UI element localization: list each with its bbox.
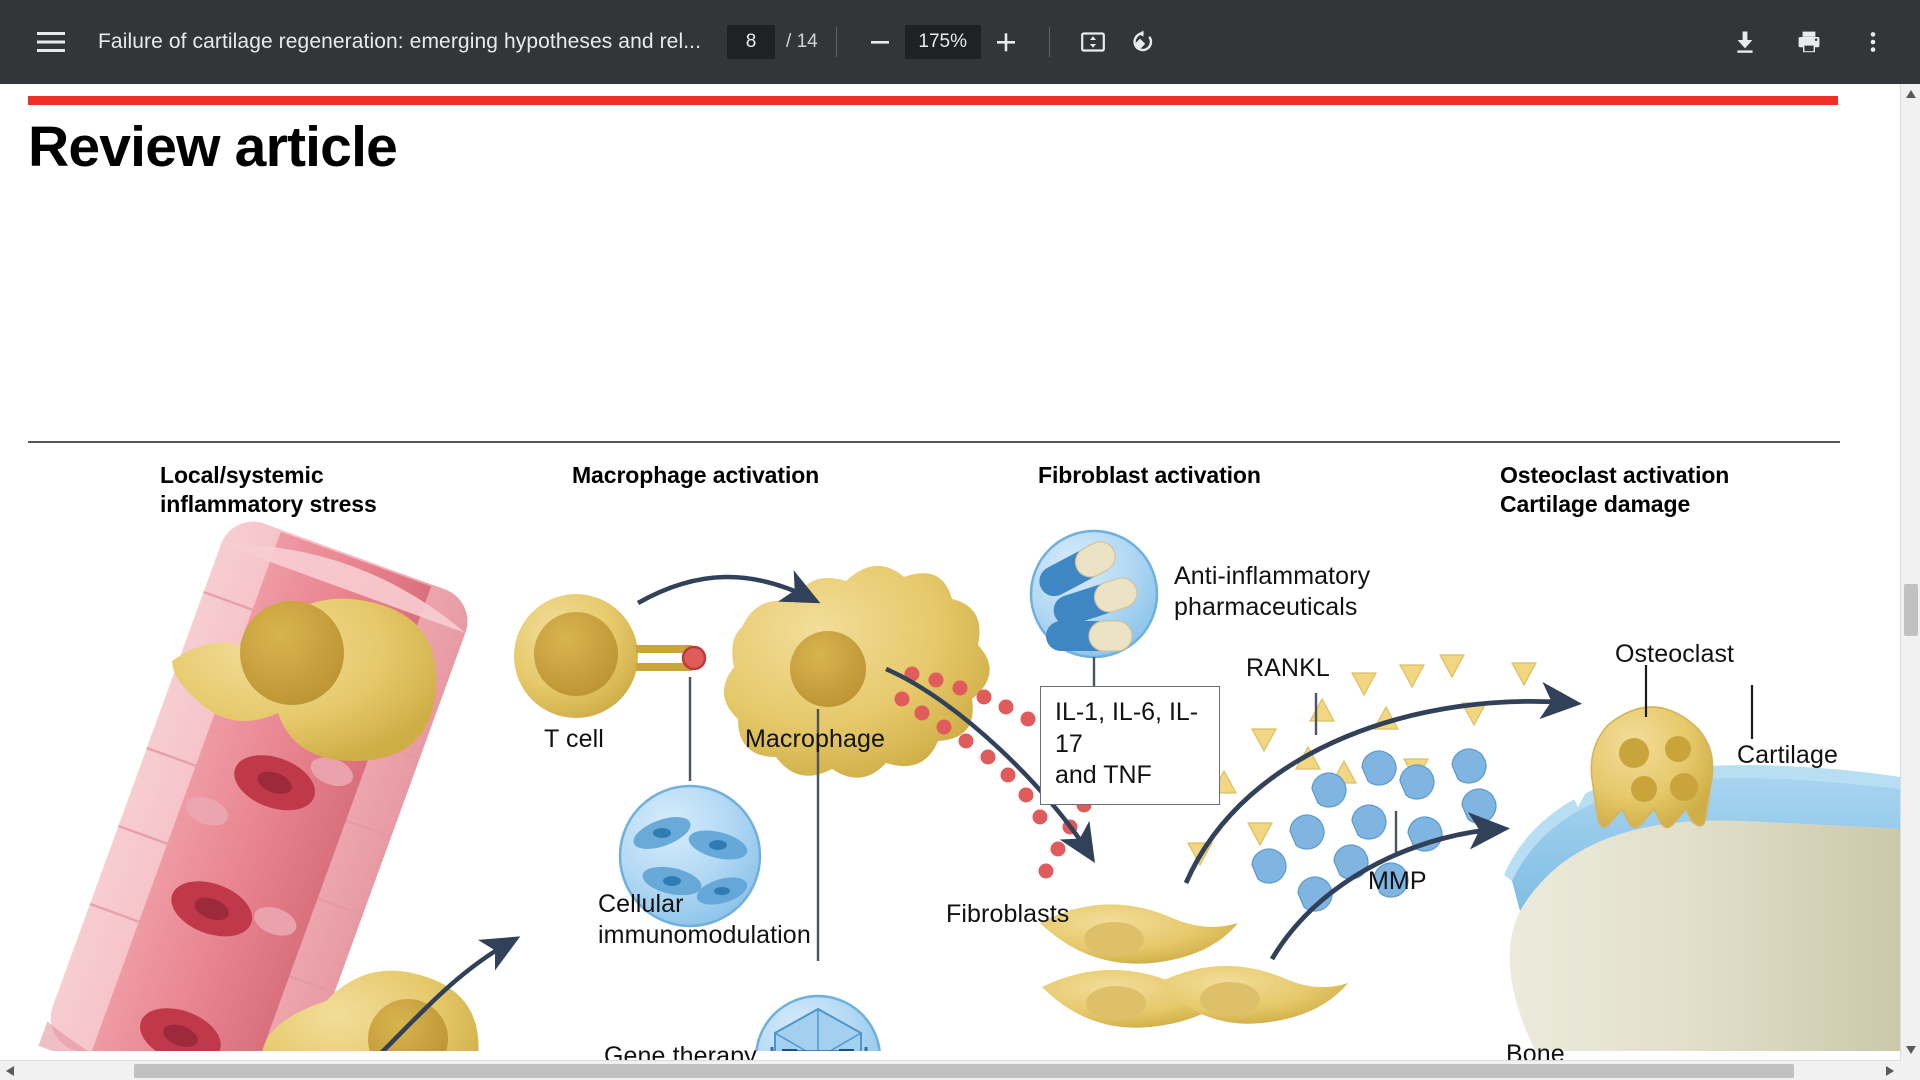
toolbar-divider-2 xyxy=(1048,27,1050,57)
download-icon[interactable] xyxy=(1720,17,1770,67)
figure-pathway-diagram: Local/systemic inflammatory stress Macro… xyxy=(0,441,1900,1070)
immunological-synapse xyxy=(636,645,707,671)
label-cellular-immunomodulation: Cellular immunomodulation xyxy=(598,890,811,949)
section-heading-osteoclast-activation: Osteoclast activation Cartilage damage xyxy=(1500,462,1730,518)
document-viewport[interactable]: Review article Local/systemic inflammato… xyxy=(0,84,1920,1080)
label-t-cell: T cell xyxy=(544,725,604,753)
pdf-viewer: Failure of cartilage regeneration: emerg… xyxy=(0,0,1920,1080)
hamburger-menu-icon[interactable] xyxy=(26,17,76,67)
scroll-right-arrow-icon[interactable] xyxy=(1880,1061,1900,1080)
label-anti-inflammatory-pharmaceuticals: Anti-inflammatory pharmaceuticals xyxy=(1174,562,1371,621)
scrollbar-corner xyxy=(1900,1060,1920,1080)
section-heading-macrophage-activation: Macrophage activation xyxy=(572,462,820,488)
anti-inflammatory-drug-bubble xyxy=(1029,529,1159,659)
label-fibroblasts: Fibroblasts xyxy=(946,900,1070,928)
label-mmp: MMP xyxy=(1368,867,1427,895)
label-rankl: RANKL xyxy=(1246,654,1330,682)
accent-rule xyxy=(28,96,1838,105)
vertical-scrollbar[interactable] xyxy=(1900,84,1920,1080)
horizontal-scrollbar[interactable] xyxy=(0,1060,1920,1080)
pdf-toolbar: Failure of cartilage regeneration: emerg… xyxy=(0,0,1920,84)
zoom-level-input[interactable]: 175% xyxy=(904,25,981,59)
fibroblast-cells xyxy=(1040,904,1348,1028)
page-title: Review article xyxy=(28,115,398,179)
fit-to-page-icon[interactable] xyxy=(1068,17,1118,67)
toolbar-divider-1 xyxy=(835,27,837,57)
blood-vessel-illustration xyxy=(38,521,479,1051)
gene-therapy-vector-bubble xyxy=(755,994,881,1051)
scroll-left-arrow-icon[interactable] xyxy=(0,1061,20,1080)
scroll-down-arrow-icon[interactable] xyxy=(1901,1040,1920,1060)
section-heading-fibroblast-activation: Fibroblast activation xyxy=(1038,462,1261,488)
more-options-kebab-icon[interactable] xyxy=(1848,17,1898,67)
figure-graphics xyxy=(38,521,1900,1051)
label-cartilage: Cartilage xyxy=(1737,741,1838,769)
arrow-tcell-to-macrophage xyxy=(636,570,821,605)
page-count-label: / 14 xyxy=(786,31,818,52)
zoom-out-button[interactable] xyxy=(855,17,905,67)
scroll-up-arrow-icon[interactable] xyxy=(1901,84,1920,104)
page-number-input[interactable]: 8 xyxy=(727,25,776,59)
rotate-counterclockwise-icon[interactable] xyxy=(1118,17,1168,67)
pdf-page: Review article Local/systemic inflammato… xyxy=(0,84,1900,1070)
print-icon[interactable] xyxy=(1784,17,1834,67)
cytokine-callout-box: IL-1, IL-6, IL-17 and TNF xyxy=(1040,686,1220,805)
section-heading-inflammatory-stress: Local/systemic inflammatory stress xyxy=(160,462,377,518)
osteoclast-illustration xyxy=(1590,706,1714,829)
label-macrophage: Macrophage xyxy=(745,725,885,753)
horizontal-scroll-thumb[interactable] xyxy=(134,1064,1794,1078)
vertical-scroll-thumb[interactable] xyxy=(1904,584,1918,636)
document-title: Failure of cartilage regeneration: emerg… xyxy=(98,30,702,53)
zoom-in-button[interactable] xyxy=(981,17,1031,67)
t-cell-illustration xyxy=(514,594,638,718)
label-osteoclast: Osteoclast xyxy=(1615,640,1735,668)
